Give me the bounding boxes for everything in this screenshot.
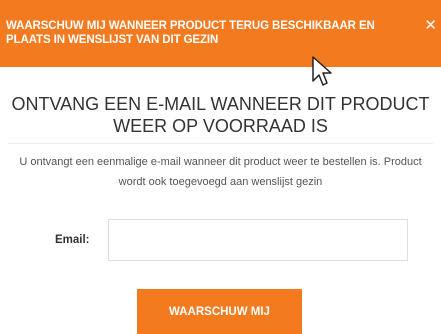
title-text: ONTVANG EEN E-MAIL WANNEER DIT PRODUCT W…: [11, 94, 430, 136]
notify-me-button[interactable]: WAARSCHUW MIJ: [137, 289, 302, 334]
notify-header: WAARSCHUW MIJ WANNEER PRODUCT TERUG BESC…: [0, 0, 441, 67]
email-field[interactable]: [108, 219, 408, 261]
description-text: U ontvangt een eenmalige e-mail wanneer …: [19, 156, 422, 188]
page-title: ONTVANG EEN E-MAIL WANNEER DIT PRODUCT W…: [0, 93, 441, 137]
header-title: WAARSCHUW MIJ WANNEER PRODUCT TERUG BESC…: [6, 20, 375, 46]
mouse-cursor-icon: [312, 56, 332, 86]
email-label: Email:: [55, 234, 90, 246]
close-icon[interactable]: ✕: [424, 17, 437, 33]
divider: [8, 143, 433, 144]
